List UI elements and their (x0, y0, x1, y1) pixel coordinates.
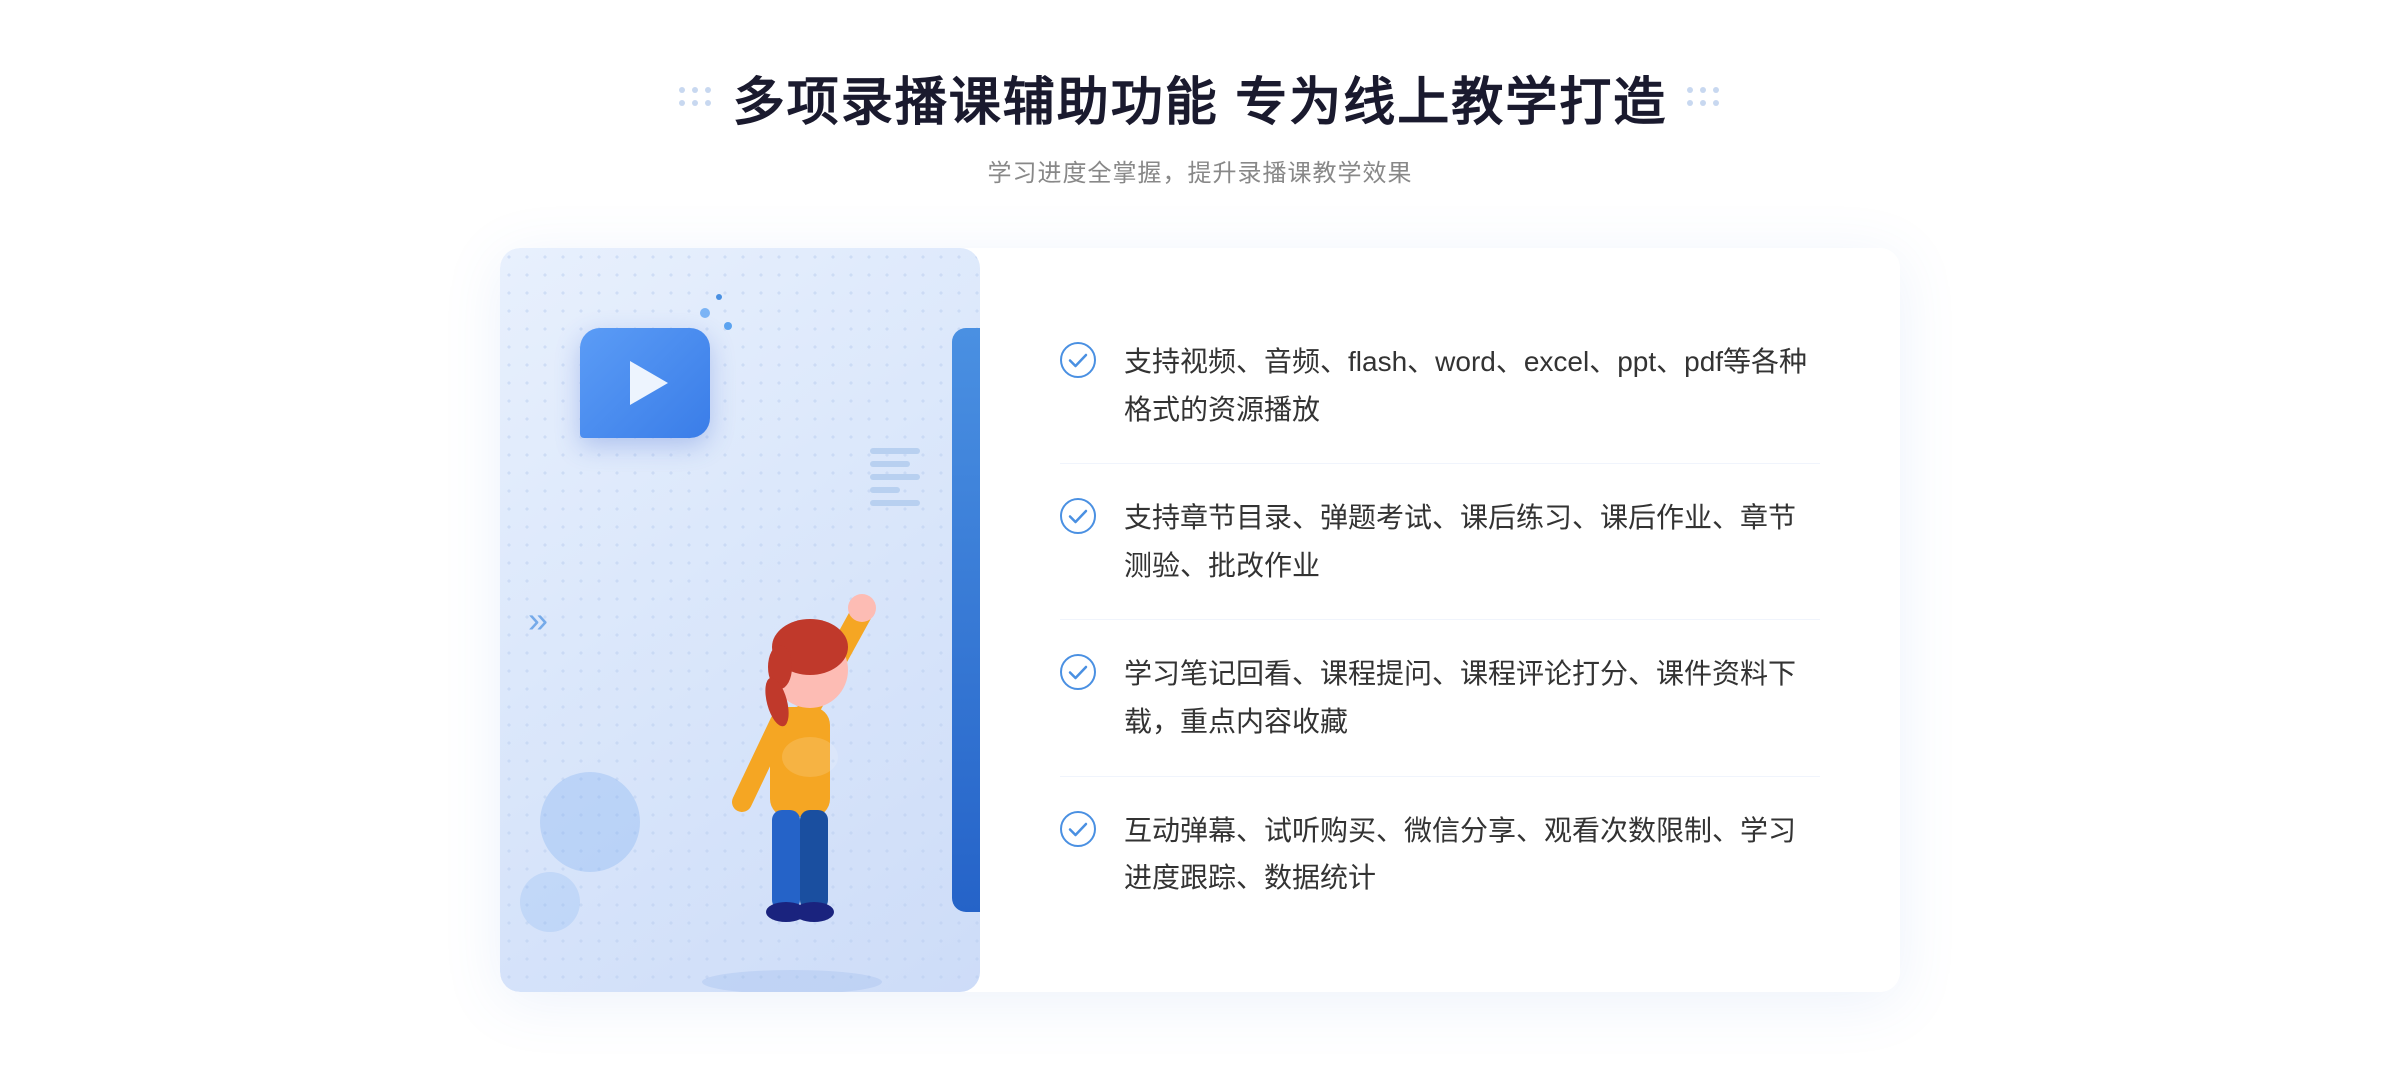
header-section: 多项录播课辅助功能 专为线上教学打造 学习进度全掌握，提升录播课教学效果 (679, 60, 1721, 188)
feature-text-2: 支持章节目录、弹题考试、课后练习、课后作业、章节测验、批改作业 (1124, 494, 1820, 589)
chevron-left-icon: » (528, 602, 548, 638)
title-decoration-left (679, 87, 713, 108)
accent-bar (952, 328, 980, 912)
circle-large-decoration (540, 772, 640, 872)
feature-text-1: 支持视频、音频、flash、word、excel、ppt、pdf等各种格式的资源… (1124, 338, 1820, 433)
feature-item-2: 支持章节目录、弹题考试、课后练习、课后作业、章节测验、批改作业 (1060, 464, 1820, 620)
play-triangle-icon (630, 361, 668, 405)
page-title: 多项录播课辅助功能 专为线上教学打造 (733, 60, 1667, 135)
feature-item-1: 支持视频、音频、flash、word、excel、ppt、pdf等各种格式的资源… (1060, 308, 1820, 464)
feature-text-4: 互动弹幕、试听购买、微信分享、观看次数限制、学习进度跟踪、数据统计 (1124, 807, 1820, 902)
circle-small-decoration (520, 872, 580, 932)
feature-item-3: 学习笔记回看、课程提问、课程评论打分、课件资料下载，重点内容收藏 (1060, 620, 1820, 776)
feature-text-3: 学习笔记回看、课程提问、课程评论打分、课件资料下载，重点内容收藏 (1124, 650, 1820, 745)
content-section: » (500, 248, 1900, 992)
title-row: 多项录播课辅助功能 专为线上教学打造 (679, 60, 1721, 135)
play-bubble (580, 328, 710, 438)
check-icon-4 (1060, 811, 1096, 847)
right-panel: 支持视频、音频、flash、word、excel、ppt、pdf等各种格式的资源… (980, 248, 1900, 992)
left-panel: » (500, 248, 980, 992)
check-icon-1 (1060, 342, 1096, 378)
feature-item-4: 互动弹幕、试听购买、微信分享、观看次数限制、学习进度跟踪、数据统计 (1060, 777, 1820, 932)
page-subtitle: 学习进度全掌握，提升录播课教学效果 (987, 153, 1412, 188)
title-decoration-right (1687, 87, 1721, 108)
check-icon-3 (1060, 654, 1096, 690)
page-container: 多项录播课辅助功能 专为线上教学打造 学习进度全掌握，提升录播课教学效果 (0, 0, 2400, 1072)
check-icon-2 (1060, 498, 1096, 534)
person-illustration (662, 492, 922, 992)
